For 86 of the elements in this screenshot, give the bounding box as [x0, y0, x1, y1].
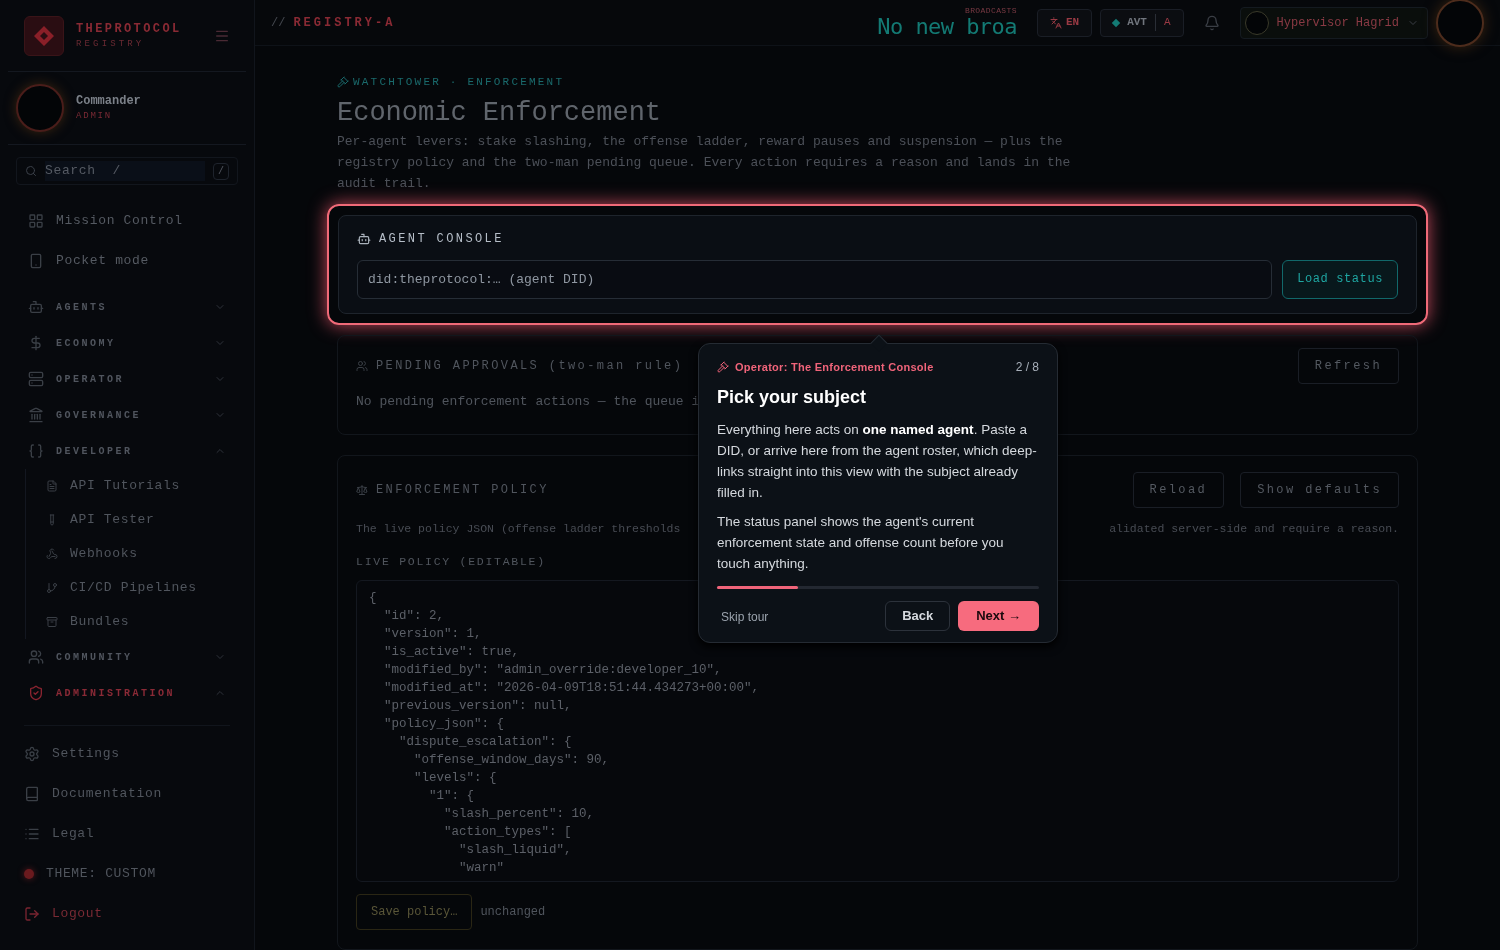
avatar[interactable] — [1436, 0, 1484, 47]
settings-icon — [24, 746, 40, 762]
scale-icon — [356, 483, 368, 496]
step-counter: 2 / 8 — [1015, 359, 1039, 376]
tour-eyebrow: Operator: The Enforcement Console — [735, 359, 935, 375]
theme-button[interactable]: THEME: CUSTOM — [24, 854, 230, 894]
tour-title: Pick your subject — [717, 386, 868, 409]
bank-icon — [28, 407, 44, 423]
card-title: PENDING APPROVALS (two-man rule) — [376, 357, 684, 375]
brand-subtitle: REGISTRY — [76, 37, 146, 51]
nav-subitem[interactable]: Webhooks — [46, 537, 226, 571]
branch-icon — [46, 582, 58, 594]
nav-group[interactable]: COMMUNITY — [28, 639, 226, 675]
account-avatar — [1244, 10, 1269, 35]
search-icon — [25, 165, 37, 177]
account-button[interactable]: Hypervisor Hagrid — [1239, 6, 1428, 39]
eyebrow: WATCHTOWER · ENFORCEMENT — [353, 75, 565, 90]
robot-icon — [28, 299, 44, 315]
back-button[interactable]: Back — [885, 601, 951, 631]
policy-button[interactable]: Reload — [1132, 471, 1225, 508]
next-button[interactable]: Next → — [958, 601, 1039, 631]
nav-subitem[interactable]: API Tutorials — [46, 469, 226, 503]
gavel-icon — [337, 76, 349, 89]
user-name: Commander — [76, 93, 141, 111]
nav-group[interactable]: AGENTS — [28, 289, 226, 325]
broadcast-ticker: No new broa — [877, 14, 1017, 39]
nav-item[interactable]: Logout — [24, 894, 230, 934]
user-role: ADMIN — [76, 110, 113, 124]
nav-subitem[interactable]: API Tester — [46, 503, 226, 537]
brand-name: THEPROTOCOL — [76, 20, 183, 38]
grid-icon — [28, 213, 44, 229]
editor-label: LIVE POLICY (EDITABLE) — [356, 553, 546, 570]
nav-item[interactable]: Legal — [24, 814, 230, 854]
book-icon — [24, 786, 40, 802]
avatar[interactable] — [16, 84, 64, 132]
agent-did-field[interactable]: did:theprotocol:… (agent DID) — [357, 259, 1273, 299]
translate-icon — [1049, 16, 1062, 29]
notifications-icon[interactable] — [1203, 14, 1220, 31]
search-field[interactable]: Search / — [45, 161, 205, 181]
nav-group[interactable]: ECONOMY — [28, 325, 226, 361]
tour-paragraph: The status panel shows the agent's current enforcement state and offense count before you touch anything. — [717, 513, 1005, 573]
server-icon — [28, 371, 44, 387]
page-title: Economic Enforcement — [337, 96, 663, 130]
refresh-button[interactable]: Refresh — [1297, 347, 1399, 384]
breadcrumb-prefix: // — [271, 14, 286, 32]
nav-group[interactable]: DEVELOPER — [28, 433, 226, 469]
list-icon — [24, 826, 40, 842]
nav-item[interactable]: Settings — [24, 734, 230, 774]
robot-icon — [357, 231, 371, 246]
breadcrumb: REGISTRY-A — [293, 14, 396, 32]
shield-icon — [28, 685, 44, 701]
nav-group[interactable]: GOVERNANCE — [28, 397, 226, 433]
braces-icon — [28, 443, 44, 459]
policy-note: alidated server-side and require a reason. — [1109, 520, 1399, 537]
logout-icon — [24, 906, 40, 922]
dollar-icon — [28, 335, 44, 351]
shortcut-key: / — [213, 162, 229, 180]
nav-group[interactable]: ADMINISTRATION — [28, 675, 226, 711]
gavel-icon — [717, 361, 729, 373]
ticker-label: BROADCASTS — [964, 6, 1017, 15]
webhook-icon — [46, 548, 58, 560]
language-button[interactable]: EN — [1036, 8, 1093, 37]
policy-button[interactable]: Show defaults — [1240, 471, 1399, 508]
nav-item[interactable]: Mission Control — [28, 201, 226, 241]
token-button[interactable]: AVT A — [1100, 8, 1184, 37]
diamond-logo-icon — [33, 24, 55, 47]
tour-paragraph: Everything here acts on one named agent. Paste a DID, or arrive here from the agent roster, which deep-links straight into this view with the subject already filled in. — [717, 421, 1038, 502]
nav-item[interactable]: Documentation — [24, 774, 230, 814]
token-letter: A — [1154, 14, 1171, 31]
box-icon — [46, 616, 58, 628]
nav-subitem[interactable]: Bundles — [46, 605, 226, 639]
card-title: ENFORCEMENT POLICY — [376, 481, 549, 499]
load-status-button[interactable]: Load status — [1282, 259, 1398, 299]
save-policy-button[interactable]: Save policy… — [356, 894, 473, 930]
nav-item[interactable]: Pocket mode — [28, 241, 226, 281]
nav-group[interactable]: OPERATOR — [28, 361, 226, 397]
card-title: AGENT CONSOLE — [379, 230, 504, 248]
people-icon — [28, 649, 44, 665]
save-state: unchanged — [480, 904, 546, 921]
page-description: Per-agent levers: stake slashing, the offense ladder, reward pauses and suspension — plus the registry policy and the two-man pending queue. Every action requires a reason and lands in the audit trail. — [337, 132, 1072, 193]
nav-subitem[interactable]: CI/CD Pipelines — [46, 571, 226, 605]
phone-icon — [28, 253, 44, 269]
policy-note: The live policy JSON (offense ladder thresholds — [356, 520, 681, 537]
file-icon — [46, 480, 58, 492]
skip-tour-link[interactable]: Skip tour — [717, 608, 773, 626]
people-icon — [356, 359, 368, 372]
